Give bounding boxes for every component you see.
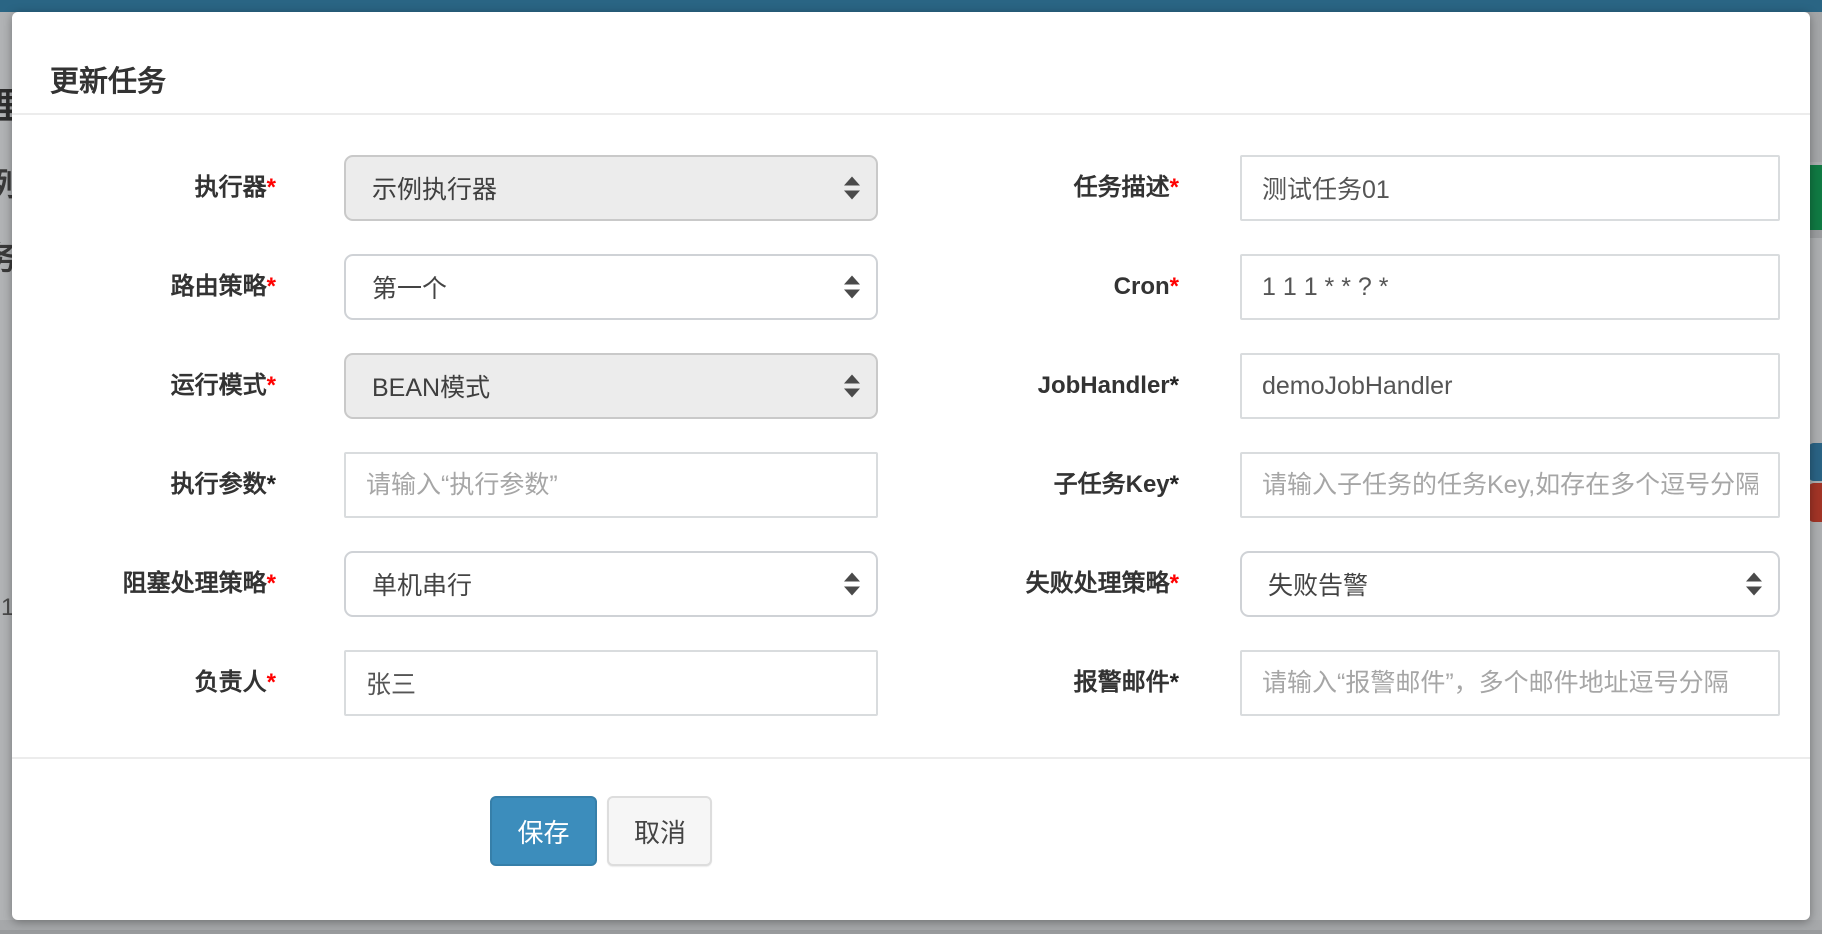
- route-strategy-label: 路由策略*: [12, 254, 344, 320]
- required-star: *: [267, 471, 276, 498]
- backdrop-divider-fragment: [1808, 230, 1822, 238]
- backdrop-red-button-fragment: [1808, 483, 1822, 522]
- required-star: *: [1170, 174, 1179, 201]
- required-star: *: [267, 174, 276, 201]
- fail-strategy-select-value: 失败告警: [1268, 566, 1368, 602]
- glue-type-select: BEAN模式: [344, 353, 878, 419]
- update-task-form: 执行器* 示例执行器 任务描述* 路由策略* 第一个 Cron* 运行模式* B…: [12, 115, 1810, 716]
- fail-strategy-select[interactable]: 失败告警: [1240, 551, 1780, 617]
- form-row: 阻塞处理策略* 单机串行 失败处理策略* 失败告警: [12, 551, 1810, 617]
- executor-select-value: 示例执行器: [372, 170, 497, 206]
- required-star: *: [267, 273, 276, 300]
- backdrop-bottom-edge: [0, 920, 1822, 934]
- block-strategy-select[interactable]: 单机串行: [344, 551, 878, 617]
- author-label: 负责人*: [12, 650, 344, 716]
- required-star: *: [1170, 669, 1179, 696]
- update-task-modal: 更新任务 执行器* 示例执行器 任务描述* 路由策略* 第一个 Cron* 运行…: [12, 12, 1810, 920]
- job-desc-input[interactable]: [1240, 155, 1780, 221]
- modal-footer: 保存 取消: [12, 757, 1810, 866]
- cron-label: Cron*: [878, 254, 1240, 320]
- required-star: *: [1170, 273, 1179, 300]
- form-row: 路由策略* 第一个 Cron*: [12, 254, 1810, 320]
- alarm-email-label: 报警邮件*: [878, 650, 1240, 716]
- block-strategy-select-value: 单机串行: [372, 566, 472, 602]
- required-star: *: [1170, 372, 1179, 399]
- form-row: 执行器* 示例执行器 任务描述*: [12, 155, 1810, 221]
- form-row: 负责人* 报警邮件*: [12, 650, 1810, 716]
- backdrop-table-header-fragment: [1808, 12, 1822, 162]
- modal-header: 更新任务: [12, 12, 1810, 115]
- required-star: *: [267, 669, 276, 696]
- job-desc-label: 任务描述*: [878, 155, 1240, 221]
- executor-label: 执行器*: [12, 155, 344, 221]
- select-arrows-icon: [844, 573, 860, 596]
- select-arrows-icon: [1746, 573, 1762, 596]
- glue-type-select-value: BEAN模式: [372, 368, 490, 404]
- glue-type-label: 运行模式*: [12, 353, 344, 419]
- fail-strategy-label: 失败处理策略*: [878, 551, 1240, 617]
- select-arrows-icon: [844, 177, 860, 200]
- required-star: *: [1170, 570, 1179, 597]
- modal-title: 更新任务: [50, 66, 166, 98]
- job-handler-input[interactable]: [1240, 353, 1780, 419]
- required-star: *: [267, 570, 276, 597]
- backdrop-green-button-fragment: [1808, 165, 1822, 230]
- route-strategy-select-value: 第一个: [372, 269, 447, 305]
- alarm-email-input[interactable]: [1240, 650, 1780, 716]
- child-jobkey-input[interactable]: [1240, 452, 1780, 518]
- exec-param-label: 执行参数*: [12, 452, 344, 518]
- required-star: *: [267, 372, 276, 399]
- route-strategy-select[interactable]: 第一个: [344, 254, 878, 320]
- block-strategy-label: 阻塞处理策略*: [12, 551, 344, 617]
- child-jobkey-label: 子任务Key*: [878, 452, 1240, 518]
- job-handler-label: JobHandler*: [878, 353, 1240, 419]
- cancel-button[interactable]: 取消: [607, 796, 712, 866]
- backdrop-blue-button-fragment: [1808, 443, 1822, 481]
- author-input[interactable]: [344, 650, 878, 716]
- select-arrows-icon: [844, 276, 860, 299]
- exec-param-input[interactable]: [344, 452, 878, 518]
- required-star: *: [1170, 471, 1179, 498]
- executor-select: 示例执行器: [344, 155, 878, 221]
- select-arrows-icon: [844, 375, 860, 398]
- page-top-navbar: [0, 0, 1822, 12]
- form-row: 执行参数* 子任务Key*: [12, 452, 1810, 518]
- save-button[interactable]: 保存: [490, 796, 597, 866]
- cron-input[interactable]: [1240, 254, 1780, 320]
- form-row: 运行模式* BEAN模式 JobHandler*: [12, 353, 1810, 419]
